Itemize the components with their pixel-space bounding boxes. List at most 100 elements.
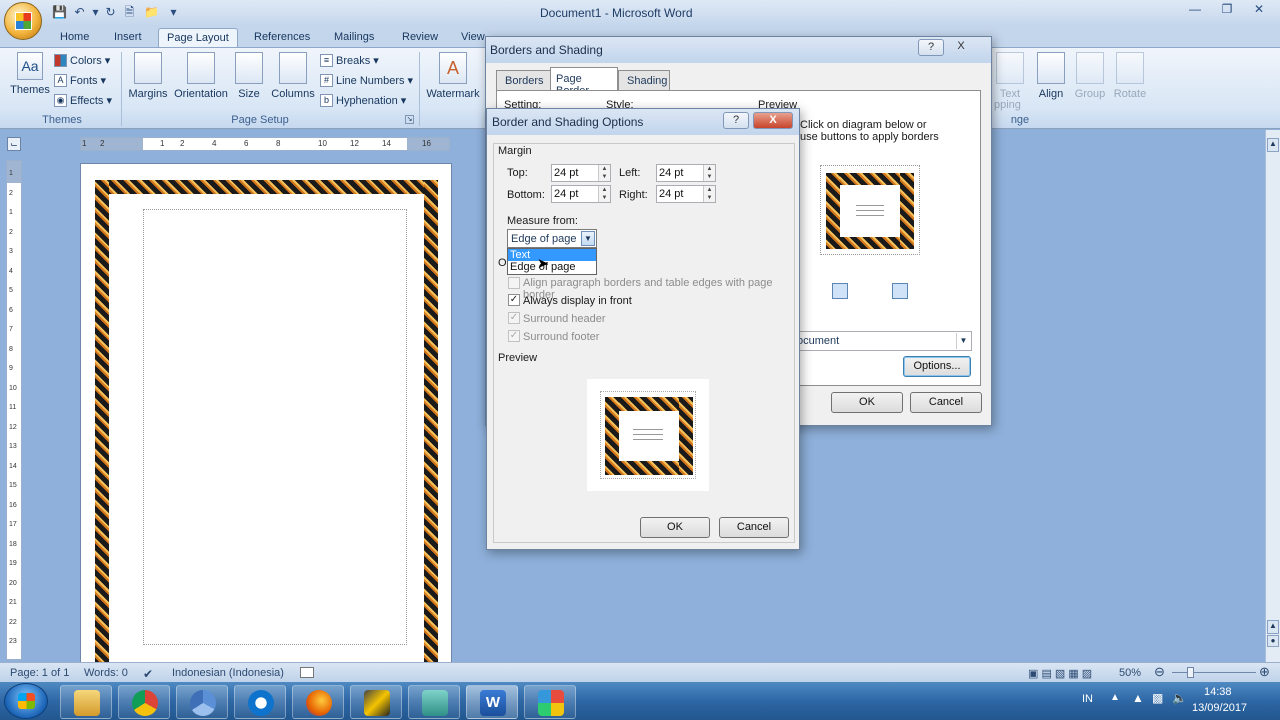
left-margin-input[interactable]: 24 pt ▲ ▼: [656, 164, 716, 182]
columns-button[interactable]: Columns: [270, 52, 316, 100]
options-button[interactable]: Options...: [903, 356, 971, 377]
restore-icon[interactable]: ❐: [1214, 2, 1240, 18]
close-icon[interactable]: ✕: [1246, 2, 1272, 18]
right-border-toggle-icon[interactable]: [892, 283, 908, 299]
zoom-in-icon[interactable]: ⊕: [1259, 664, 1270, 680]
tab-review[interactable]: Review: [394, 28, 446, 48]
right-margin-input[interactable]: 24 pt ▲ ▼: [656, 185, 716, 203]
clock-time[interactable]: 14:38: [1204, 686, 1232, 698]
effects-button[interactable]: ◉ Effects ▾: [54, 94, 112, 107]
text-boundary[interactable]: [143, 209, 407, 645]
macro-record-icon[interactable]: [300, 667, 314, 678]
spinner-arrows-icon[interactable]: ▲ ▼: [598, 165, 610, 181]
tab-borders[interactable]: Borders: [496, 70, 552, 90]
tab-page-border[interactable]: Page Border: [550, 67, 618, 97]
undo-icon[interactable]: ↶: [72, 5, 87, 20]
text-wrapping-button[interactable]: Text: [995, 52, 1025, 100]
apply-to-select[interactable]: ocument ▼: [792, 331, 972, 351]
open-folder-icon[interactable]: 📁: [144, 5, 159, 20]
margins-button[interactable]: Margins: [126, 52, 170, 100]
taskbar-teamviewer[interactable]: [234, 685, 286, 719]
rotate-button[interactable]: Rotate: [1110, 52, 1150, 100]
network-icon[interactable]: ▩: [1152, 691, 1163, 705]
top-margin-input[interactable]: 24 pt ▲ ▼: [551, 164, 611, 182]
tab-selector[interactable]: ⌙: [7, 137, 21, 151]
word-count[interactable]: Words: 0: [84, 667, 128, 679]
size-button[interactable]: Size: [234, 52, 264, 100]
always-front-checkbox[interactable]: ✓: [508, 294, 520, 306]
options-help-icon[interactable]: ?: [723, 112, 749, 129]
surround-header-checkbox[interactable]: ✓: [508, 312, 520, 324]
tab-shading[interactable]: Shading: [618, 70, 670, 90]
usb-icon[interactable]: ▲: [1132, 691, 1144, 705]
spinner-arrows-icon[interactable]: ▲ ▼: [598, 186, 610, 202]
dropdown-arrow-icon[interactable]: ▼: [581, 231, 595, 246]
language-indicator[interactable]: Indonesian (Indonesia): [172, 667, 284, 679]
taskbar-app-teal[interactable]: [408, 685, 460, 719]
tab-references[interactable]: References: [246, 28, 318, 48]
option-edge-of-page[interactable]: Edge of page: [508, 261, 596, 273]
bottom-margin-input[interactable]: 24 pt ▲ ▼: [551, 185, 611, 203]
volume-icon[interactable]: 🔈: [1172, 691, 1187, 705]
page-setup-launcher-icon[interactable]: ↘: [405, 115, 414, 124]
save-icon[interactable]: 💾: [52, 5, 67, 20]
tab-mailings[interactable]: Mailings: [326, 28, 382, 48]
left-border-toggle-icon[interactable]: [832, 283, 848, 299]
scroll-up-icon[interactable]: ▲: [1267, 138, 1279, 152]
proofing-icon[interactable]: ✔: [143, 667, 153, 681]
orientation-button[interactable]: Orientation: [172, 52, 230, 100]
align-paragraph-checkbox[interactable]: [508, 277, 520, 289]
clock-date[interactable]: 13/09/2017: [1192, 702, 1247, 714]
minimize-icon[interactable]: —: [1182, 2, 1208, 18]
taskbar-chrome-2[interactable]: [176, 685, 228, 719]
group-button[interactable]: Group: [1072, 52, 1108, 100]
taskbar-app-tools[interactable]: [350, 685, 402, 719]
start-button[interactable]: [4, 683, 48, 719]
tab-insert[interactable]: Insert: [106, 28, 150, 48]
hyphenation-button[interactable]: b Hyphenation ▾: [320, 94, 406, 107]
measure-from-select[interactable]: Edge of page ▼: [507, 229, 597, 248]
options-close-icon[interactable]: X: [753, 112, 793, 129]
breaks-button[interactable]: ≡ Breaks ▾: [320, 54, 379, 67]
zoom-out-icon[interactable]: ⊖: [1154, 664, 1165, 680]
previous-page-icon[interactable]: ▲: [1267, 620, 1279, 634]
tab-page-layout[interactable]: Page Layout: [158, 28, 238, 48]
undo-dropdown-icon[interactable]: ▾: [88, 5, 103, 20]
zoom-slider-thumb[interactable]: [1187, 667, 1194, 678]
tab-home[interactable]: Home: [52, 28, 97, 48]
customize-qat-icon[interactable]: ▾: [166, 5, 181, 20]
borders-ok-button[interactable]: OK: [831, 392, 903, 413]
dropdown-arrow-icon[interactable]: ▼: [956, 333, 970, 349]
options-ok-button[interactable]: OK: [640, 517, 710, 538]
office-button[interactable]: [4, 2, 42, 40]
colors-button[interactable]: Colors ▾: [54, 54, 110, 67]
taskbar-paint[interactable]: [524, 685, 576, 719]
taskbar-chrome[interactable]: [118, 685, 170, 719]
vertical-scrollbar[interactable]: ▲ ▲ ●: [1265, 130, 1280, 662]
taskbar-word[interactable]: W: [466, 685, 518, 719]
fonts-button[interactable]: A Fonts ▾: [54, 74, 106, 87]
line-numbers-button[interactable]: # Line Numbers ▾: [320, 74, 413, 87]
align-button[interactable]: Align: [1034, 52, 1068, 100]
surround-footer-checkbox[interactable]: ✓: [508, 330, 520, 342]
close-icon[interactable]: X: [948, 39, 974, 56]
spinner-arrows-icon[interactable]: ▲ ▼: [703, 165, 715, 181]
input-language[interactable]: IN: [1082, 693, 1093, 705]
help-icon[interactable]: ?: [918, 39, 944, 56]
zoom-slider[interactable]: [1172, 672, 1256, 673]
print-preview-icon[interactable]: 🗎: [122, 5, 137, 20]
view-buttons[interactable]: ▣ ▤ ▧ ▦ ▨: [1028, 667, 1092, 680]
taskbar-firefox[interactable]: [292, 685, 344, 719]
watermark-button[interactable]: A Watermark: [424, 52, 482, 100]
select-browse-object-icon[interactable]: ●: [1267, 635, 1279, 647]
options-cancel-button[interactable]: Cancel: [719, 517, 789, 538]
redo-icon[interactable]: ↻: [103, 5, 118, 20]
show-hidden-icons[interactable]: ▲: [1110, 692, 1120, 703]
zoom-level[interactable]: 50%: [1119, 667, 1141, 679]
page-count[interactable]: Page: 1 of 1: [10, 667, 69, 679]
themes-button[interactable]: Aa Themes: [10, 52, 50, 96]
option-text[interactable]: Text: [508, 249, 596, 261]
spinner-arrows-icon[interactable]: ▲ ▼: [703, 186, 715, 202]
taskbar-explorer[interactable]: [60, 685, 112, 719]
borders-cancel-button[interactable]: Cancel: [910, 392, 982, 413]
